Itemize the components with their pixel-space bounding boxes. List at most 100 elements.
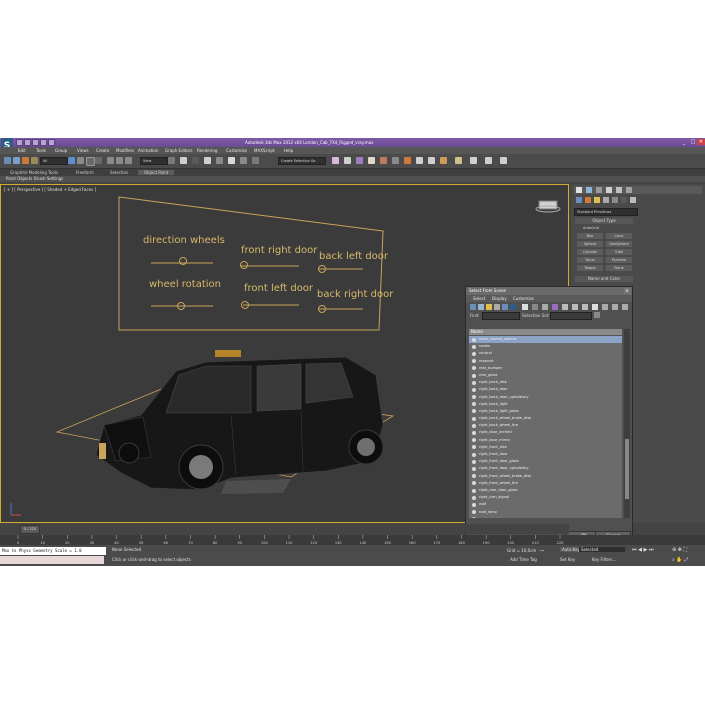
display-shapes-icon[interactable] bbox=[478, 304, 484, 310]
view-cube-icon[interactable] bbox=[535, 200, 561, 213]
menu-maxscript[interactable]: MAXScript bbox=[254, 148, 275, 153]
shapes-icon[interactable] bbox=[585, 197, 591, 203]
list-item[interactable]: right_front_wheel_brake_disk bbox=[469, 473, 622, 480]
list-item[interactable]: right_back_light bbox=[469, 401, 622, 408]
scene-object-list[interactable]: Name main_control_splines nodes neutral … bbox=[469, 329, 622, 518]
geosphere-button[interactable]: GeoSphere bbox=[606, 241, 632, 247]
list-item[interactable]: right_front_door_glass bbox=[469, 458, 622, 465]
torus-button[interactable]: Torus bbox=[577, 257, 603, 263]
list-item[interactable]: rear_glass bbox=[469, 372, 622, 379]
list-item[interactable]: right_back_light_glass bbox=[469, 408, 622, 415]
filter-icon[interactable] bbox=[612, 304, 618, 310]
maxscript-input[interactable] bbox=[0, 556, 104, 564]
select-dependents-icon[interactable] bbox=[602, 304, 608, 310]
list-item[interactable]: roof_lamp bbox=[469, 509, 622, 516]
key-mode-dropdown[interactable]: Selected bbox=[579, 547, 625, 552]
render-teapot-icon[interactable] bbox=[455, 157, 462, 164]
mirror-icon[interactable] bbox=[332, 157, 339, 164]
autogrid-checkbox[interactable]: AutoGrid bbox=[583, 226, 599, 230]
slider-knob-front-right-door[interactable] bbox=[240, 261, 248, 269]
object-type-rollout[interactable]: Object Type bbox=[575, 218, 633, 224]
schematic-view-icon[interactable] bbox=[392, 157, 399, 164]
select-by-name-icon[interactable] bbox=[77, 157, 84, 164]
display-helpers-icon[interactable] bbox=[502, 304, 508, 310]
viewport-nav-controls[interactable]: ⊕ ✥ ⛶ bbox=[672, 547, 687, 553]
key-filters-button[interactable]: Key Filters... bbox=[592, 557, 616, 562]
sphere-button[interactable]: Sphere bbox=[577, 241, 603, 247]
undo-icon[interactable] bbox=[40, 139, 47, 146]
unlink-icon[interactable] bbox=[22, 157, 29, 164]
minimize-button[interactable]: _ bbox=[680, 139, 688, 145]
tab-selection[interactable]: Selection bbox=[110, 170, 128, 175]
selection-filter-dropdown[interactable]: All bbox=[40, 157, 68, 165]
plane-button[interactable]: Plane bbox=[606, 265, 632, 271]
london-cab-model[interactable] bbox=[95, 350, 384, 494]
edit-named-selection-icon[interactable] bbox=[252, 157, 259, 164]
utilities-tab-icon[interactable] bbox=[626, 187, 632, 193]
material-editor-icon[interactable] bbox=[404, 157, 411, 164]
curve-editor-icon[interactable] bbox=[380, 157, 387, 164]
cone-button[interactable]: Cone bbox=[606, 233, 632, 239]
menu-animation[interactable]: Animation bbox=[138, 148, 158, 153]
move-icon[interactable] bbox=[107, 157, 114, 164]
named-selection-set-dropdown[interactable]: Create Selection Se bbox=[278, 157, 326, 165]
time-slider[interactable]: 0 / 225 bbox=[0, 524, 569, 534]
geometry-icon[interactable] bbox=[576, 197, 582, 203]
align-icon[interactable] bbox=[344, 157, 351, 164]
tab-freeform[interactable]: Freeform bbox=[76, 170, 94, 175]
display-tab-icon[interactable] bbox=[616, 187, 622, 193]
brush-settings-panel[interactable]: Brush Settings bbox=[34, 176, 63, 181]
percent-snap-icon[interactable] bbox=[228, 157, 235, 164]
list-item[interactable]: right_door_mirror bbox=[469, 437, 622, 444]
list-item[interactable]: right_front_door bbox=[469, 451, 622, 458]
pyramid-button[interactable]: Pyramid bbox=[606, 257, 632, 263]
selection-set-icon[interactable] bbox=[594, 312, 600, 318]
list-item[interactable]: right_back_wheel_brake_disk bbox=[469, 415, 622, 422]
angle-snap-icon[interactable] bbox=[216, 157, 223, 164]
dialog-menu-select[interactable]: Select bbox=[473, 296, 485, 301]
paint-objects-panel[interactable]: Paint Objects bbox=[6, 176, 32, 181]
render-production-icon[interactable] bbox=[440, 157, 447, 164]
menu-tools[interactable]: Tools bbox=[36, 148, 46, 153]
select-object-icon[interactable] bbox=[68, 157, 75, 164]
list-item[interactable]: nodes bbox=[469, 343, 622, 350]
teapot-button[interactable]: Teapot bbox=[577, 265, 603, 271]
list-item[interactable]: right_front_door_upholstery bbox=[469, 465, 622, 472]
display-invert-icon[interactable] bbox=[582, 304, 588, 310]
display-xrefs-icon[interactable] bbox=[542, 304, 548, 310]
create-tab-icon[interactable] bbox=[576, 187, 582, 193]
layer-manager-icon[interactable] bbox=[356, 157, 363, 164]
tab-graphite-modeling-tools[interactable]: Graphite Modeling Tools bbox=[10, 170, 58, 175]
name-and-color-rollout[interactable]: Name and Color bbox=[575, 276, 633, 282]
display-lights-icon[interactable] bbox=[486, 304, 492, 310]
new-file-icon[interactable] bbox=[16, 139, 23, 146]
display-bones-icon[interactable] bbox=[522, 304, 528, 310]
close-button[interactable]: ✕ bbox=[697, 139, 705, 145]
list-item[interactable]: right_front_disk bbox=[469, 444, 622, 451]
track-bar[interactable]: 0 10 20 30 40 50 60 70 80 90 100 110 120 130 140 150 160… bbox=[0, 535, 705, 545]
render-iterative-icon[interactable] bbox=[500, 157, 507, 164]
tube-button[interactable]: Tube bbox=[606, 249, 632, 255]
dialog-menu-customize[interactable]: Customize bbox=[513, 296, 534, 301]
menu-create[interactable]: Create bbox=[96, 148, 109, 153]
open-file-icon[interactable] bbox=[24, 139, 31, 146]
list-item[interactable]: roof_upholstery bbox=[469, 516, 622, 518]
selection-set-dropdown[interactable] bbox=[550, 312, 592, 320]
activeshade-icon[interactable] bbox=[485, 157, 492, 164]
select-manipulate-icon[interactable] bbox=[180, 157, 187, 164]
scale-icon[interactable] bbox=[125, 157, 132, 164]
hierarchy-tab-icon[interactable] bbox=[596, 187, 602, 193]
maxscript-listener[interactable]: Max to Physx Geometry Scale = 1.0 bbox=[0, 547, 106, 555]
graphite-toggle-icon[interactable] bbox=[368, 157, 375, 164]
find-input[interactable] bbox=[482, 312, 520, 320]
modify-tab-icon[interactable] bbox=[586, 187, 592, 193]
list-item[interactable]: right_back_wheel_tire bbox=[469, 422, 622, 429]
display-cameras-icon[interactable] bbox=[494, 304, 500, 310]
list-item[interactable]: main_control_splines bbox=[469, 336, 622, 344]
add-time-tag-button[interactable]: Add Time Tag bbox=[510, 557, 537, 562]
list-item[interactable]: roof bbox=[469, 501, 622, 508]
save-file-icon[interactable] bbox=[32, 139, 39, 146]
box-button[interactable]: Box bbox=[577, 233, 603, 239]
cameras-icon[interactable] bbox=[603, 197, 609, 203]
viewport-zoom-controls[interactable]: ⌕ ✋ ⤢ bbox=[672, 557, 688, 563]
